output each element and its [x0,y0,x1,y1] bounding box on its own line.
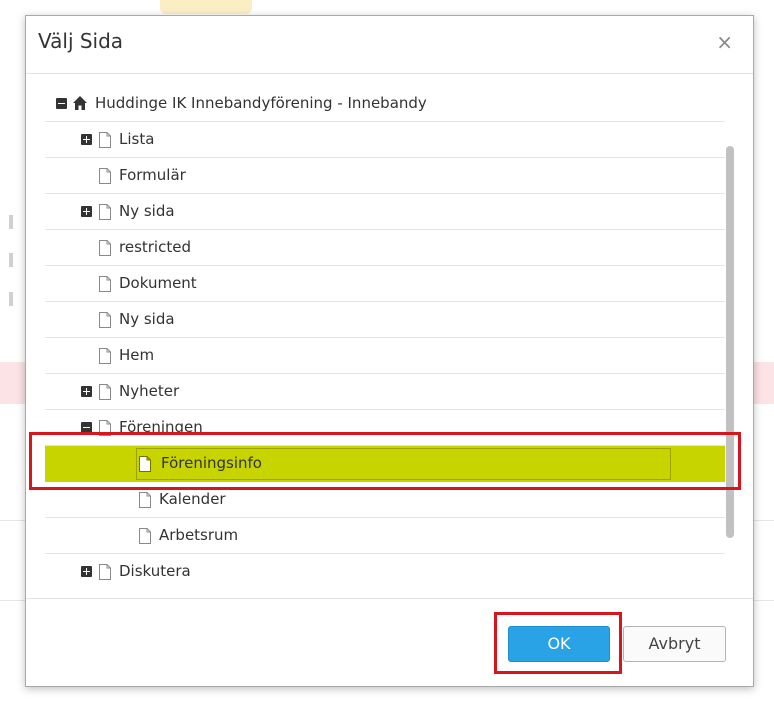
tree-item-label: Nyheter [119,382,180,400]
tree-item-label: Föreningen [119,418,203,436]
tree-item-label: Lista [119,130,155,148]
page-icon [139,528,151,544]
tree-item[interactable]: Föreningen [45,410,725,446]
page-icon [99,384,111,400]
scrollbar-thumb[interactable] [726,146,734,538]
tree-item[interactable]: Ny sida [45,194,725,230]
tree-root-row[interactable]: Huddinge IK Innebandyförening - Inneband… [45,86,725,122]
tree-item-label: Ny sida [119,310,175,328]
tree-item[interactable]: Kalender [45,482,725,518]
expand-icon[interactable] [81,206,92,217]
page-tree: Huddinge IK Innebandyförening - Inneband… [45,86,725,580]
collapse-icon[interactable] [81,422,92,433]
tree-item[interactable]: Nyheter [45,374,725,410]
expand-icon[interactable] [81,134,92,145]
tree-item[interactable]: Ny sida [45,302,725,338]
tree-item[interactable]: Dokument [45,266,725,302]
background-mark [9,292,13,306]
background-mark [9,253,13,267]
tree-item[interactable]: Diskutera [45,554,725,580]
tree-scrollbar[interactable] [724,144,736,634]
tree-item-label: Hem [119,346,155,364]
background-mark [9,215,13,229]
collapse-icon[interactable] [56,98,67,109]
page-icon [99,312,111,328]
cancel-button[interactable]: Avbryt [623,626,726,662]
tree-item[interactable]: restricted [45,230,725,266]
page-icon [99,204,111,220]
select-page-dialog: Välj Sida × Huddinge IK Innebandyförenin… [25,15,754,687]
dialog-body: Huddinge IK Innebandyförening - Inneband… [26,74,753,596]
page-icon [99,132,111,148]
page-icon [99,564,111,580]
tree-item-label: Arbetsrum [159,526,239,544]
close-icon[interactable]: × [716,32,733,52]
tree-item-selected[interactable]: Föreningsinfo [45,446,725,482]
page-icon [99,348,111,364]
page-icon [99,276,111,292]
tree-root-label: Huddinge IK Innebandyförening - Inneband… [95,94,427,112]
tree-item-label: Diskutera [119,562,191,580]
tree-item[interactable]: Lista [45,122,725,158]
page-icon [99,420,111,436]
dialog-title: Välj Sida [38,29,124,53]
dialog-header: Välj Sida × [26,16,753,74]
tree-item-label: restricted [119,238,191,256]
tree-item[interactable]: Formulär [45,158,725,194]
dialog-footer: OK Avbryt [26,598,753,687]
tree-item[interactable]: Hem [45,338,725,374]
background-tab [160,0,252,14]
ok-button[interactable]: OK [508,626,610,662]
expand-icon[interactable] [81,386,92,397]
home-icon [73,96,87,110]
tree-item-label: Formulär [119,166,186,184]
page-icon [99,168,111,184]
tree-item-label: Dokument [119,274,197,292]
page-icon [139,492,151,508]
tree-item-label: Ny sida [119,202,175,220]
tree-item-label: Kalender [159,490,226,508]
expand-icon[interactable] [81,566,92,577]
tree-item[interactable]: Arbetsrum [45,518,725,554]
page-icon [99,240,111,256]
tree-item-label: Föreningsinfo [161,454,262,472]
